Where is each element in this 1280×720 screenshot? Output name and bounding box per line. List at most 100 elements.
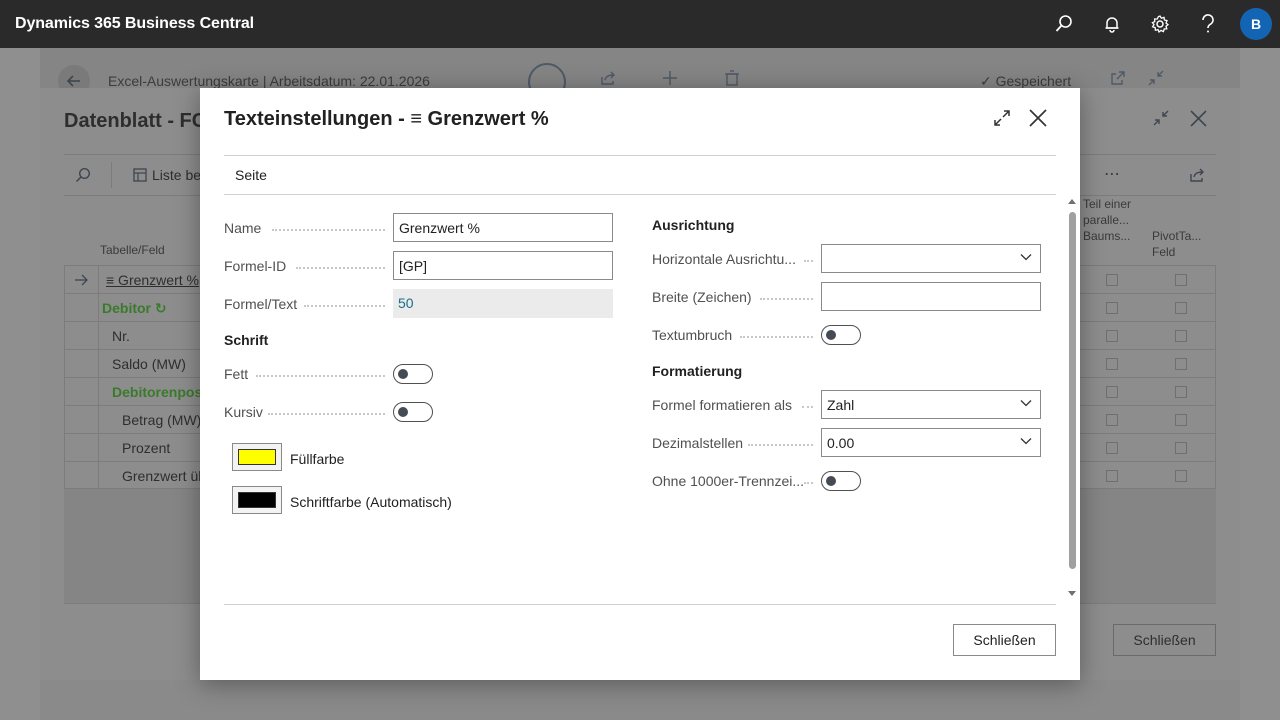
edit-list-icon[interactable] xyxy=(133,168,148,183)
checkbox[interactable] xyxy=(1175,442,1187,454)
decimals-select[interactable]: 0.00 xyxy=(821,428,1041,457)
checkbox[interactable] xyxy=(1175,330,1187,342)
checkbox[interactable] xyxy=(1175,358,1187,370)
search-button[interactable] xyxy=(1040,0,1088,48)
notifications-button[interactable] xyxy=(1088,0,1136,48)
row-selector[interactable] xyxy=(65,434,99,462)
close-icon[interactable] xyxy=(1028,108,1048,128)
row-label: Nr. xyxy=(112,328,130,344)
checkbox[interactable] xyxy=(1106,442,1118,454)
toggle-knob xyxy=(398,407,408,417)
format-as-value: Zahl xyxy=(827,397,855,413)
toggle-knob xyxy=(398,369,408,379)
font-color-swatch xyxy=(238,492,276,508)
row-selector[interactable] xyxy=(65,294,99,322)
expand-icon[interactable] xyxy=(992,108,1012,128)
search-icon[interactable] xyxy=(75,167,91,183)
share-icon[interactable] xyxy=(1189,167,1205,183)
no-thousand-separator-toggle[interactable] xyxy=(821,471,861,491)
scrollbar[interactable] xyxy=(1067,196,1079,604)
collapse-icon[interactable] xyxy=(1148,70,1164,86)
row-label: Debitor ↻ xyxy=(102,300,167,316)
checkbox[interactable] xyxy=(1106,470,1118,482)
plus-icon[interactable] xyxy=(662,70,678,86)
chevron-down-icon xyxy=(1020,400,1032,407)
edit-list-action[interactable]: Liste be xyxy=(152,167,201,183)
trash-icon[interactable] xyxy=(725,70,739,86)
name-input[interactable]: Grenzwert % xyxy=(393,213,613,242)
checkbox[interactable] xyxy=(1175,302,1187,314)
font-color-label: Schriftfarbe (Automatisch) xyxy=(290,494,452,510)
share-icon[interactable] xyxy=(600,70,616,86)
text-wrap-toggle[interactable] xyxy=(821,325,861,345)
row-selector[interactable] xyxy=(65,378,99,406)
column-header-table-field[interactable]: Tabelle/Feld xyxy=(100,242,165,258)
format-as-label: Formel formatieren als xyxy=(652,397,793,413)
checkbox[interactable] xyxy=(1106,386,1118,398)
toggle-knob xyxy=(826,476,836,486)
close-icon[interactable] xyxy=(1190,110,1207,127)
horizontal-alignment-label: Horizontale Ausrichtu... xyxy=(652,251,796,267)
row-selector[interactable] xyxy=(65,266,99,294)
user-avatar[interactable]: B xyxy=(1240,8,1272,40)
settings-button[interactable] xyxy=(1136,0,1184,48)
row-selector[interactable] xyxy=(65,350,99,378)
no-thousand-separator-label: Ohne 1000er-Trennzei... xyxy=(652,473,805,489)
formula-id-input[interactable]: [GP] xyxy=(393,251,613,280)
column-header-pivot[interactable]: PivotTa... Feld xyxy=(1152,228,1204,260)
chevron-down-icon xyxy=(1020,438,1032,445)
toggle-knob xyxy=(826,330,836,340)
row-selector[interactable] xyxy=(65,462,99,490)
font-color-button[interactable] xyxy=(232,486,282,514)
bold-label: Fett xyxy=(224,366,249,382)
row-selector[interactable] xyxy=(65,406,99,434)
width-input[interactable] xyxy=(821,282,1041,311)
row-label: Debitorenpos xyxy=(112,384,203,400)
italic-label: Kursiv xyxy=(224,404,263,420)
format-as-select[interactable]: Zahl xyxy=(821,390,1041,419)
italic-toggle[interactable] xyxy=(393,402,433,422)
checkbox[interactable] xyxy=(1106,302,1118,314)
checkbox[interactable] xyxy=(1106,274,1118,286)
collapse-icon[interactable] xyxy=(1153,110,1169,126)
row-label: Betrag (MW) xyxy=(122,412,202,428)
row-label: Prozent xyxy=(122,440,171,456)
divider xyxy=(224,155,1056,156)
more-options-icon[interactable]: ⋯ xyxy=(1104,164,1121,184)
question-icon xyxy=(1202,14,1214,33)
divider xyxy=(224,194,1056,195)
fill-color-button[interactable] xyxy=(232,443,282,471)
leader-dots xyxy=(804,248,813,262)
horizontal-alignment-select[interactable] xyxy=(821,244,1041,273)
decimals-value: 0.00 xyxy=(827,435,855,451)
app-bar: Dynamics 365 Business Central B xyxy=(0,0,1280,48)
open-new-window-icon[interactable] xyxy=(1110,70,1126,86)
tab-page[interactable]: Seite xyxy=(235,167,267,183)
checkbox[interactable] xyxy=(1175,470,1187,482)
bold-toggle[interactable] xyxy=(393,364,433,384)
leader-dots xyxy=(760,286,813,300)
app-title[interactable]: Dynamics 365 Business Central xyxy=(15,15,254,33)
text-settings-dialog: Texteinstellungen - ≡ Grenzwert % Seite … xyxy=(200,88,1080,680)
background-page-title: Excel-Auswertungskarte | Arbeitsdatum: 2… xyxy=(108,73,430,89)
scroll-up-icon[interactable] xyxy=(1068,199,1076,204)
row-selector[interactable] xyxy=(65,322,99,350)
checkbox[interactable] xyxy=(1106,330,1118,342)
formula-text-label: Formel/Text xyxy=(224,296,298,312)
scroll-down-icon[interactable] xyxy=(1068,591,1076,596)
help-button[interactable] xyxy=(1184,0,1232,48)
saved-status-text: Gespeichert xyxy=(995,73,1072,89)
column-header-part-of-tree[interactable]: Teil einer paralle... Baums... xyxy=(1083,196,1135,244)
checkbox[interactable] xyxy=(1175,414,1187,426)
checkbox[interactable] xyxy=(1106,358,1118,370)
datasheet-close-button[interactable]: Schließen xyxy=(1113,624,1216,656)
checkbox[interactable] xyxy=(1106,414,1118,426)
checkbox[interactable] xyxy=(1175,274,1187,286)
scrollbar-thumb[interactable] xyxy=(1069,212,1076,569)
formatting-section-heading: Formatierung xyxy=(652,363,743,379)
leader-dots xyxy=(272,217,385,231)
fill-color-label: Füllfarbe xyxy=(290,451,345,467)
row-label[interactable]: ≡ Grenzwert % xyxy=(106,272,199,288)
close-button[interactable]: Schließen xyxy=(953,624,1056,656)
checkbox[interactable] xyxy=(1175,386,1187,398)
